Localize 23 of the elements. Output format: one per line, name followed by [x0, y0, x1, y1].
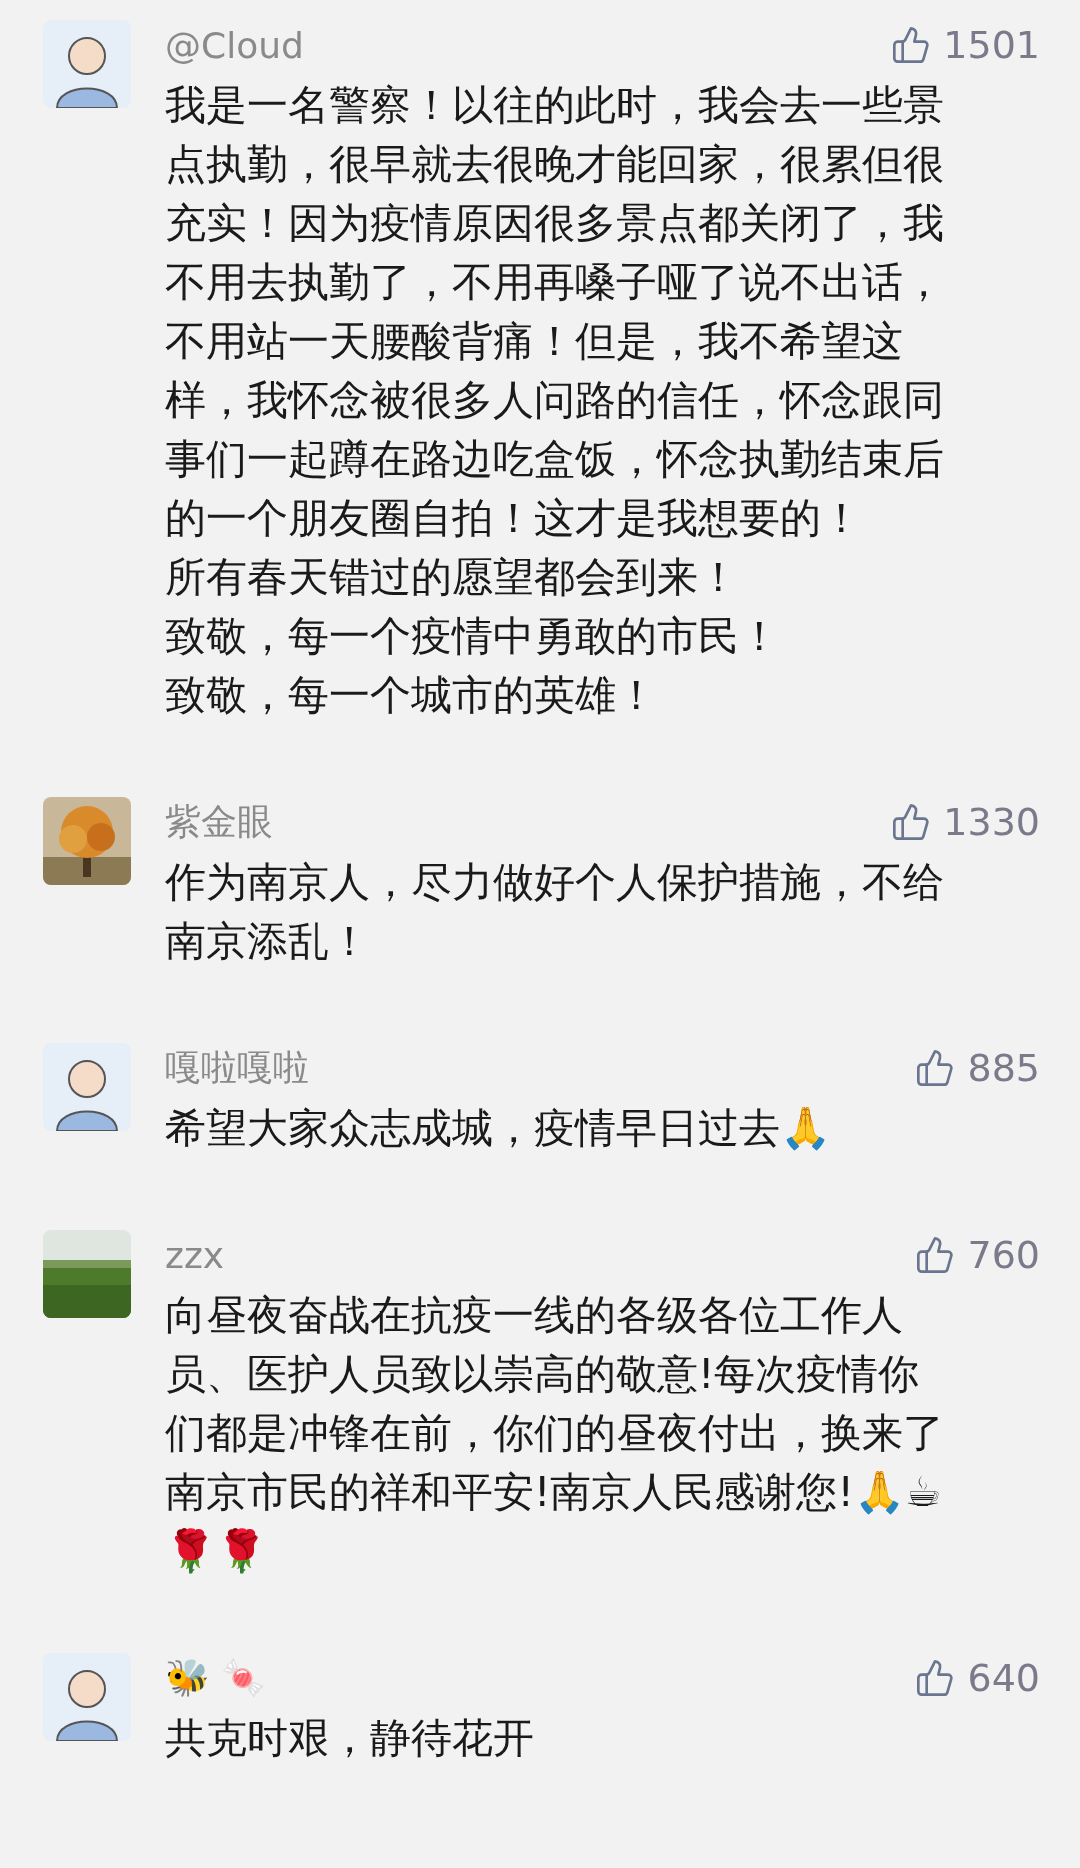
comment-text: 作为南京人，尽力做好个人保护措施，不给南京添乱！	[165, 857, 945, 967]
comment-text: 向昼夜奋战在抗疫一线的各级各位工作人员、医护人员致以崇高的敬意!每次疫情你们都是冲锋在前，你们的昼夜付出，换来了南京市民的祥和平安!南京人民感谢您!🙏☕🌹🌹	[165, 1290, 945, 1577]
user-name[interactable]: 紫金眼	[165, 797, 273, 847]
comment-text: 我是一名警察！以往的此时，我会去一些景点执勤，很早就去很晚才能回家，很累但很充实！因为疫情原因很多景点都关闭了，我不用去执勤了，不用再嗓子哑了说不出话，不用站一天腰酸背痛！但是，我不希望这样，我怀念被很多人问路的信任，怀念跟同事们一起蹲在路边吃盒饭，怀念执勤结束后的一个朋友圈自拍！这才是我想要的！	[165, 80, 945, 544]
user-name[interactable]: 🐝 🍬	[165, 1657, 267, 1699]
comment-text: 致敬，每一个疫情中勇敢的市民！	[165, 611, 781, 662]
comment-text: 希望大家众志成城，疫情早日过去🙏	[165, 1103, 832, 1154]
comment-text: 所有春天错过的愿望都会到来！	[165, 552, 740, 603]
user-name[interactable]: 嘎啦嘎啦	[165, 1043, 309, 1093]
like-count: 640	[967, 1656, 1040, 1700]
like-count: 760	[967, 1233, 1040, 1277]
comment-text: 共克时艰，静待花开	[165, 1713, 535, 1764]
like-icon[interactable]	[891, 25, 932, 65]
like-icon[interactable]	[915, 1048, 956, 1088]
like-icon[interactable]	[915, 1658, 956, 1698]
user-name[interactable]: zzx	[165, 1234, 225, 1276]
like-count: 1330	[943, 800, 1040, 844]
like-count: 1501	[943, 23, 1040, 67]
like-count: 885	[967, 1046, 1040, 1090]
like-icon[interactable]	[915, 1235, 956, 1275]
user-name[interactable]: @Cloud	[165, 24, 304, 66]
like-icon[interactable]	[891, 802, 932, 842]
comment-text: 致敬，每一个城市的英雄！	[165, 670, 658, 721]
